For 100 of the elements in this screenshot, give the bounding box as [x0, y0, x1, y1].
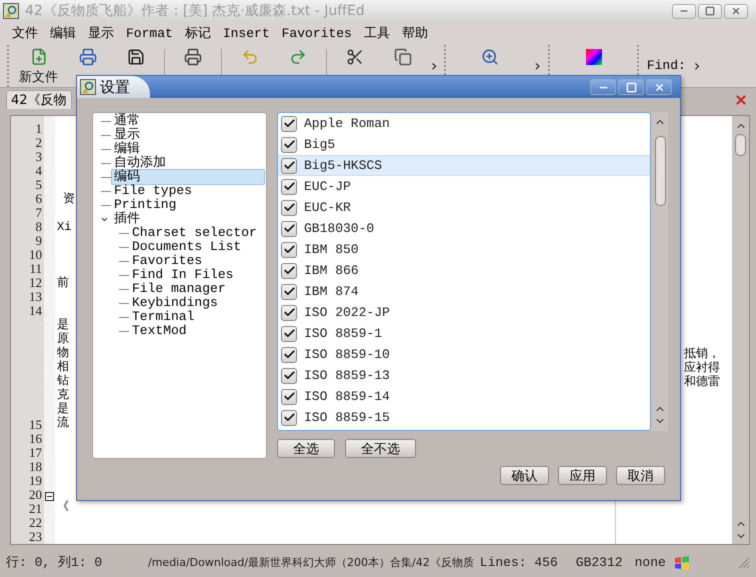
find-label: Find: — [646, 57, 687, 76]
dialog-button[interactable]: 应用 — [558, 466, 607, 485]
checkbox[interactable] — [281, 220, 297, 236]
dialog-button[interactable]: 确认 — [500, 466, 549, 485]
line-number: 20 — [29, 488, 42, 502]
line-number: 23 — [29, 530, 42, 544]
menu-item[interactable]: 显示 — [82, 24, 120, 44]
menu-item[interactable]: 工具 — [358, 24, 396, 44]
scissors-icon — [346, 48, 364, 66]
scrollbar-thumb[interactable] — [654, 136, 666, 206]
close-button[interactable] — [724, 4, 748, 18]
checkbox[interactable] — [281, 200, 297, 216]
color-palette-icon — [584, 48, 603, 66]
tree-item[interactable]: 编码 — [111, 169, 265, 185]
encoding-item[interactable]: IBM 866 — [278, 260, 650, 281]
dialog-button[interactable]: 取消 — [616, 466, 665, 485]
fold-icon[interactable] — [45, 492, 54, 502]
maximize-button[interactable] — [618, 79, 644, 95]
line-number: 15 — [29, 418, 42, 432]
scrollbar-thumb[interactable] — [735, 134, 746, 156]
encoding-item[interactable]: Big5 — [278, 134, 650, 155]
line-number: 13 — [29, 290, 42, 304]
menu-item[interactable]: Insert — [216, 24, 276, 44]
checkbox[interactable] — [281, 158, 297, 174]
checkbox[interactable] — [281, 284, 297, 300]
encoding-item[interactable]: ISO 8859-10 — [278, 344, 650, 365]
encoding-item[interactable]: Apple Roman — [278, 113, 650, 134]
text-line: 流 — [57, 416, 69, 430]
checkbox[interactable] — [281, 262, 297, 278]
line-number: 11 — [29, 262, 42, 276]
line-number: 19 — [29, 474, 42, 488]
maximize-button[interactable] — [698, 4, 722, 18]
checkbox[interactable] — [281, 178, 297, 194]
close-button[interactable] — [646, 79, 672, 95]
text-line: 相 — [57, 360, 69, 374]
tree-item[interactable]: Printing — [111, 197, 180, 213]
encoding-item[interactable]: ISO 2022-JP — [278, 302, 650, 323]
checkbox[interactable] — [281, 136, 297, 152]
encoding-item[interactable]: Big5-HKSCS — [278, 155, 650, 176]
tree-item[interactable]: 插件 — [111, 211, 143, 227]
text-line: 钻 — [57, 374, 69, 388]
encoding-item[interactable]: EUC-JP — [278, 176, 650, 197]
toolbar-button[interactable]: 新文件 — [13, 45, 64, 87]
checkbox[interactable] — [281, 116, 297, 132]
redo-icon — [289, 48, 307, 66]
window-title: 42《反物质飞船》作者：[美] 杰克·威廉森.txt - JuffEd — [25, 2, 365, 20]
tree-item[interactable]: Keybindings — [129, 295, 221, 311]
line-number: 17 — [29, 446, 42, 460]
tree-item[interactable]: File types — [111, 183, 196, 199]
checkbox[interactable] — [281, 346, 297, 362]
line-number: 12 — [29, 276, 42, 290]
tree-item[interactable]: 编辑 — [111, 141, 143, 157]
line-number: 22 — [29, 516, 42, 530]
encoding-item[interactable]: IBM 874 — [278, 281, 650, 302]
document-tab[interactable]: 42《反物 — [6, 90, 72, 109]
list-action-button[interactable]: 全不选 — [345, 439, 416, 458]
encoding-item[interactable]: ISO 8859-1 — [278, 323, 650, 344]
text-line: 应衬得 — [684, 360, 721, 374]
encoding-item[interactable]: GB18030-0 — [278, 218, 650, 239]
checkbox[interactable] — [281, 304, 297, 320]
maximize-icon — [705, 6, 715, 16]
menu-item[interactable]: 文件 — [6, 24, 44, 44]
text-line: 克 — [57, 388, 69, 402]
line-number: 21 — [29, 502, 42, 516]
scrollbar[interactable] — [732, 116, 749, 544]
resize-grip-icon[interactable] — [738, 557, 750, 569]
menu-item[interactable]: 帮助 — [396, 24, 434, 44]
toolbar-overflow-button[interactable]: › — [690, 54, 704, 78]
encoding-item[interactable]: ISO 8859-13 — [278, 365, 650, 386]
encoding-label: GB2312 — [576, 554, 623, 572]
tree-item[interactable]: Favorites — [129, 253, 206, 269]
list-action-button[interactable]: 全选 — [277, 439, 335, 458]
line-number: 8 — [36, 220, 42, 234]
encoding-item[interactable]: EUC-KR — [278, 197, 650, 218]
checkbox[interactable] — [281, 388, 297, 404]
menu-item[interactable]: Favorites — [276, 24, 358, 44]
menu-item[interactable]: Format — [120, 24, 179, 44]
line-number: 2 — [36, 136, 42, 150]
checkbox[interactable] — [281, 368, 297, 384]
toolbar-overflow-button[interactable]: › — [427, 54, 442, 78]
encoding-item[interactable]: IBM 850 — [278, 239, 650, 260]
tree-item[interactable]: Charset selector — [129, 225, 260, 241]
tree-item[interactable]: Find In Files — [129, 267, 236, 283]
tree-item[interactable]: Terminal — [129, 309, 198, 325]
line-number: 10 — [29, 248, 42, 262]
menu-item[interactable]: 标记 — [178, 24, 217, 44]
toolbar-overflow-button[interactable]: › — [530, 54, 545, 78]
text-line: 物 — [57, 346, 69, 360]
tree-item[interactable]: 通常 — [111, 113, 143, 129]
encoding-item[interactable]: ISO 8859-15 — [278, 407, 650, 428]
close-tab-icon[interactable] — [734, 93, 748, 107]
checkbox[interactable] — [281, 410, 297, 426]
checkbox[interactable] — [281, 242, 297, 258]
tree-item[interactable]: File manager — [129, 281, 229, 297]
encoding-item[interactable]: ISO 8859-14 — [278, 386, 650, 407]
menu-item[interactable]: 编辑 — [44, 24, 82, 44]
scrollbar[interactable] — [651, 112, 668, 431]
tree-item[interactable]: TextMod — [129, 323, 190, 339]
tree-item[interactable]: Documents List — [129, 239, 244, 255]
checkbox[interactable] — [281, 326, 297, 342]
